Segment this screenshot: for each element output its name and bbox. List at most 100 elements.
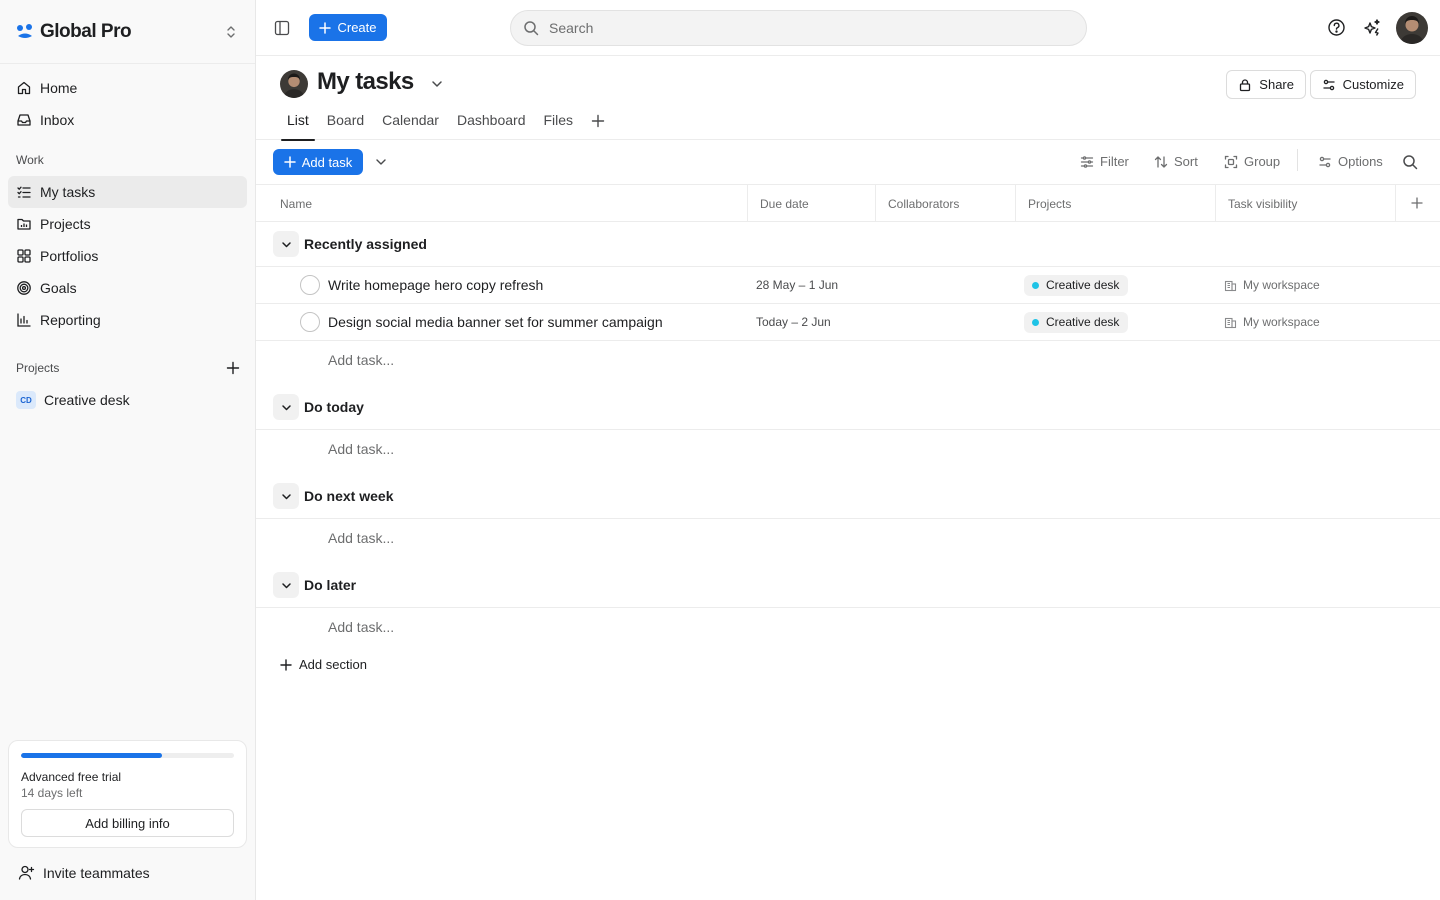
customize-button-label: Customize [1342, 77, 1404, 92]
task-visibility-cell[interactable]: My workspace [1216, 278, 1320, 292]
section-header: Recently assigned [256, 222, 1440, 267]
add-task-row[interactable]: Add task... [256, 341, 1440, 378]
tab-list[interactable]: List [278, 112, 318, 141]
task-name[interactable]: Design social media banner set for summe… [328, 314, 663, 330]
user-avatar[interactable] [1396, 12, 1428, 44]
task-due-date[interactable]: Today – 2 Jun [748, 315, 876, 329]
work-section-label: Work [16, 153, 44, 167]
section-title[interactable]: Do today [304, 399, 364, 415]
trial-card: Advanced free trial 14 days left Add bil… [8, 740, 247, 848]
inbox-icon [16, 112, 32, 128]
ai-sparkle-icon[interactable] [1363, 18, 1382, 37]
chevron-down-icon[interactable] [273, 231, 299, 257]
chevron-down-icon[interactable] [273, 572, 299, 598]
add-task-row[interactable]: Add task... [256, 519, 1440, 556]
plus-icon [280, 658, 292, 671]
options-button[interactable]: Options [1318, 154, 1383, 169]
section-header: Do next week [256, 474, 1440, 519]
share-button[interactable]: Share [1226, 70, 1306, 99]
project-color-dot [1032, 281, 1039, 289]
invite-teammates-button[interactable]: Invite teammates [18, 864, 150, 881]
project-pill[interactable]: Creative desk [1024, 274, 1129, 296]
add-task-row[interactable]: Add task... [256, 608, 1440, 645]
section-title[interactable]: Do next week [304, 488, 393, 504]
sidebar-toggle-icon[interactable] [273, 19, 291, 37]
filter-button[interactable]: Filter [1080, 154, 1129, 169]
sliders-icon [1319, 156, 1331, 167]
home-icon [16, 80, 32, 96]
project-pill[interactable]: Creative desk [1024, 311, 1129, 333]
filter-label: Filter [1100, 154, 1129, 169]
page-header: My tasks Share Customize List Board Cale… [256, 56, 1440, 141]
sidebar-item-portfolios[interactable]: Portfolios [8, 240, 247, 272]
tab-calendar[interactable]: Calendar [373, 112, 448, 140]
complete-task-checkbox[interactable] [300, 275, 320, 295]
sidebar-item-reporting[interactable]: Reporting [8, 304, 247, 336]
sidebar-item-creative-desk[interactable]: CD Creative desk [8, 384, 247, 416]
task-name-cell: Write homepage hero copy refresh [256, 267, 748, 303]
section-title[interactable]: Recently assigned [304, 236, 427, 252]
add-task-button[interactable]: Add task [273, 149, 363, 175]
tab-dashboard[interactable]: Dashboard [448, 112, 535, 140]
grid-icon [16, 248, 32, 264]
chevron-down-icon[interactable] [430, 77, 444, 91]
add-tab-icon[interactable] [590, 113, 606, 129]
sidebar-item-projects[interactable]: Projects [8, 208, 247, 240]
help-icon[interactable] [1327, 18, 1346, 37]
sidebar-item-home[interactable]: Home [8, 72, 247, 104]
sidebar-item-goals[interactable]: Goals [8, 272, 247, 304]
options-label: Options [1338, 154, 1383, 169]
task-visibility-cell[interactable]: My workspace [1216, 315, 1320, 329]
group-icon [1224, 155, 1238, 168]
create-button[interactable]: Create [309, 14, 387, 41]
folder-chart-icon [16, 216, 32, 232]
task-visibility-label: My workspace [1243, 278, 1320, 292]
sidebar-item-label: Home [40, 80, 78, 96]
add-project-icon[interactable] [225, 360, 241, 376]
task-list: Recently assigned Write homepage hero co… [256, 222, 1440, 672]
sidebar-item-label: Reporting [40, 312, 101, 328]
complete-task-checkbox[interactable] [300, 312, 320, 332]
search-bar[interactable] [510, 10, 1087, 46]
sort-label: Sort [1174, 154, 1198, 169]
section-title[interactable]: Do later [304, 577, 356, 593]
column-header-due-date[interactable]: Due date [748, 185, 876, 222]
tab-board[interactable]: Board [318, 112, 373, 140]
column-header-name[interactable]: Name [256, 185, 748, 222]
column-header-collaborators[interactable]: Collaborators [876, 185, 1016, 222]
task-project-cell: Creative desk [1016, 274, 1216, 296]
lock-icon [1240, 78, 1251, 91]
create-button-label: Create [337, 20, 377, 35]
customize-button[interactable]: Customize [1309, 70, 1416, 99]
add-section-label: Add section [299, 657, 367, 672]
add-task-row[interactable]: Add task... [256, 430, 1440, 467]
chevron-down-icon[interactable] [273, 483, 299, 509]
task-name[interactable]: Write homepage hero copy refresh [328, 277, 543, 293]
search-icon [524, 21, 539, 36]
chevron-up-down-icon[interactable] [223, 24, 239, 40]
plus-icon [283, 156, 296, 168]
table-row[interactable]: Design social media banner set for summe… [256, 304, 1440, 341]
column-header-projects[interactable]: Projects [1016, 185, 1216, 222]
chevron-down-icon[interactable] [273, 394, 299, 420]
group-button[interactable]: Group [1224, 154, 1280, 169]
table-row[interactable]: Write homepage hero copy refresh 28 May … [256, 267, 1440, 304]
column-header-task-visibility[interactable]: Task visibility [1216, 185, 1396, 222]
trial-title: Advanced free trial [21, 770, 122, 784]
tab-files[interactable]: Files [534, 112, 582, 140]
add-column-icon[interactable] [1396, 185, 1438, 221]
toolbar-divider [1297, 149, 1298, 171]
sidebar-item-my-tasks[interactable]: My tasks [8, 176, 247, 208]
add-billing-info-button[interactable]: Add billing info [21, 809, 234, 837]
search-input[interactable] [549, 20, 1056, 36]
task-due-date[interactable]: 28 May – 1 Jun [748, 278, 876, 292]
sort-button[interactable]: Sort [1154, 154, 1198, 169]
search-icon[interactable] [1402, 154, 1418, 170]
section-header: Do today [256, 385, 1440, 430]
sidebar-item-inbox[interactable]: Inbox [8, 104, 247, 136]
workspace-switcher[interactable]: Global Pro [0, 0, 255, 64]
add-section-button[interactable]: Add section [256, 657, 1440, 672]
chevron-down-icon[interactable] [374, 155, 388, 169]
